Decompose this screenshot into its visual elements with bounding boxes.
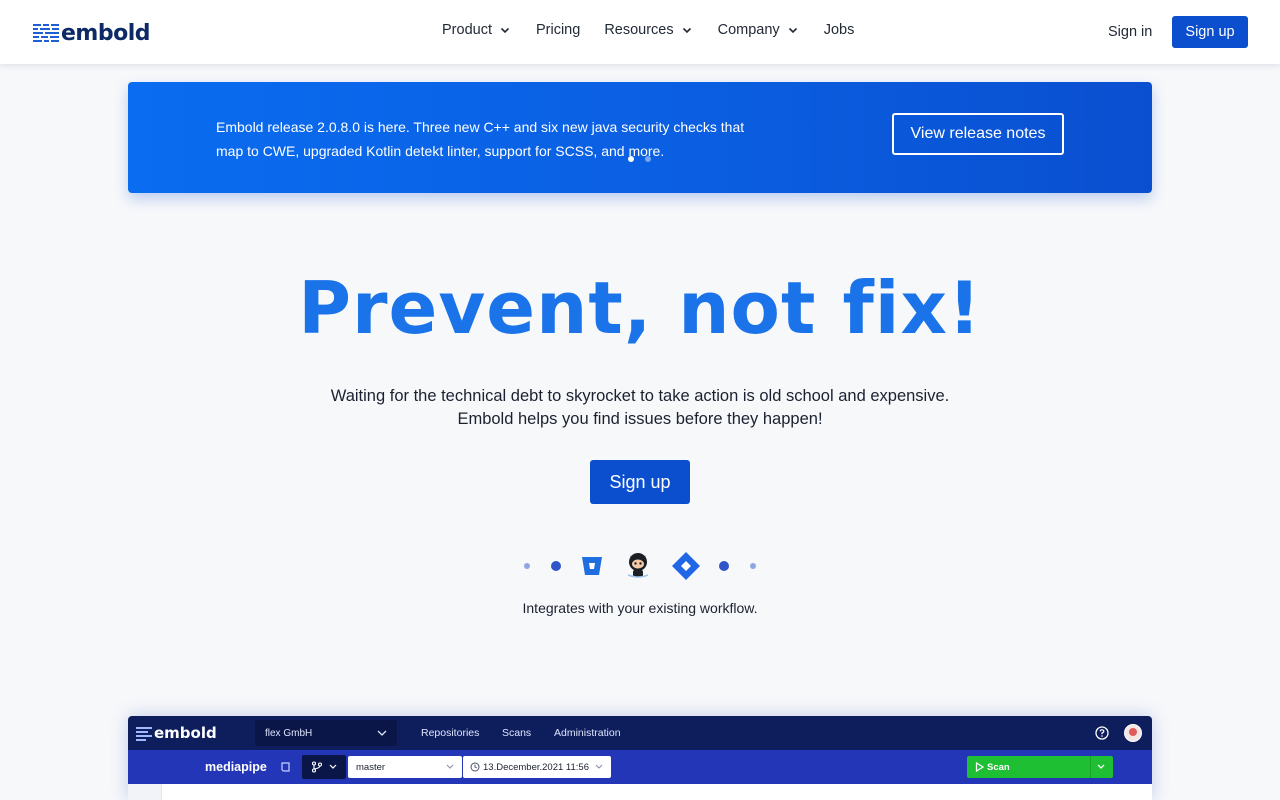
bitbucket-icon — [582, 557, 602, 575]
chevron-down-icon — [682, 27, 691, 34]
app-brand-name: embold — [154, 724, 217, 742]
embold-logo[interactable]: embold — [33, 20, 151, 46]
scan-date-dropdown[interactable]: 13.December.2021 11:56 — [463, 756, 611, 778]
brand-name: embold — [61, 20, 151, 46]
nav-resources-label: Resources — [604, 22, 674, 38]
nav-company-label: Company — [717, 22, 780, 38]
app-nav-repositories[interactable]: Repositories — [421, 727, 479, 739]
release-banner: Embold release 2.0.8.0 is here. Three ne… — [128, 82, 1152, 193]
top-navigation-bar: embold Product Pricing Resources Company… — [0, 0, 1280, 64]
scan-button[interactable]: Scan — [967, 756, 1113, 778]
scan-options-divider — [1090, 756, 1091, 778]
branch-dropdown[interactable]: master — [348, 756, 462, 778]
clock-icon — [470, 762, 480, 772]
app-content-area — [128, 784, 1152, 800]
nav-pricing[interactable]: Pricing — [536, 22, 580, 38]
chevron-down-icon — [446, 764, 454, 769]
chevron-down-icon — [500, 27, 510, 34]
help-icon[interactable] — [1095, 726, 1109, 740]
hero-sign-up-button[interactable]: Sign up — [590, 460, 690, 504]
github-icon — [627, 553, 649, 578]
chevron-down-icon[interactable] — [1097, 764, 1105, 770]
chevron-down-icon — [595, 764, 603, 769]
hero-subtitle-line-2: Embold helps you find issues before they… — [457, 410, 823, 428]
app-nav-scans[interactable]: Scans — [502, 727, 531, 739]
decorative-dot — [551, 561, 561, 571]
scan-date: 13.December.2021 11:56 — [483, 761, 589, 773]
sign-up-button[interactable]: Sign up — [1172, 16, 1248, 48]
play-icon — [975, 762, 984, 772]
carousel-dot[interactable] — [645, 156, 651, 162]
organization-selector[interactable]: flex GmbH — [255, 720, 397, 746]
nav-product-label: Product — [442, 22, 492, 38]
view-release-notes-button[interactable]: View release notes — [892, 113, 1064, 155]
nav-product[interactable]: Product — [442, 22, 512, 38]
integrations-caption: Integrates with your existing workflow. — [522, 600, 758, 616]
hero-title: Prevent, not fix! — [298, 266, 982, 350]
nav-resources[interactable]: Resources — [604, 22, 693, 38]
chevron-down-icon — [329, 764, 337, 769]
repository-icon — [281, 762, 290, 772]
sign-in-link[interactable]: Sign in — [1108, 24, 1152, 40]
scan-button-label: Scan — [987, 761, 1010, 773]
app-nav-administration[interactable]: Administration — [554, 727, 621, 739]
embold-logo-mark-icon — [33, 23, 59, 43]
nav-jobs-label: Jobs — [823, 22, 855, 38]
hero-subtitle-line-1: Waiting for the technical debt to skyroc… — [330, 387, 950, 405]
main-nav: Product Pricing Resources Company Jobs — [442, 22, 878, 38]
repository-name: mediapipe — [205, 760, 267, 774]
release-announcement-text: Embold release 2.0.8.0 is here. Three ne… — [216, 119, 745, 159]
app-logo: embold — [136, 724, 217, 742]
nav-company[interactable]: Company — [718, 22, 800, 38]
nav-jobs[interactable]: Jobs — [824, 22, 855, 38]
decorative-dot — [524, 563, 530, 569]
repository-toolbar: mediapipe master 13.December.2021 11:56 — [128, 750, 1152, 784]
branch-selector-toggle[interactable] — [302, 755, 346, 779]
app-sidebar — [128, 784, 162, 800]
jira-icon — [672, 552, 700, 580]
decorative-dot — [750, 563, 756, 569]
chevron-down-icon — [377, 730, 387, 736]
app-top-bar: embold flex GmbH Repositories Scans Admi… — [128, 716, 1152, 750]
app-screenshot-preview: embold flex GmbH Repositories Scans Admi… — [128, 716, 1152, 800]
embold-logo-mark-icon — [136, 726, 152, 741]
branch-name: master — [356, 761, 386, 773]
git-branch-icon — [311, 761, 323, 773]
decorative-dot — [719, 561, 729, 571]
avatar[interactable] — [1124, 724, 1142, 742]
carousel-dot-active[interactable] — [628, 156, 634, 162]
chevron-down-icon — [788, 27, 797, 34]
hero-subtitle: Waiting for the technical debt to skyroc… — [0, 385, 1280, 431]
integrations-row — [0, 548, 1280, 584]
nav-pricing-label: Pricing — [535, 22, 581, 38]
organization-name: flex GmbH — [265, 727, 313, 739]
